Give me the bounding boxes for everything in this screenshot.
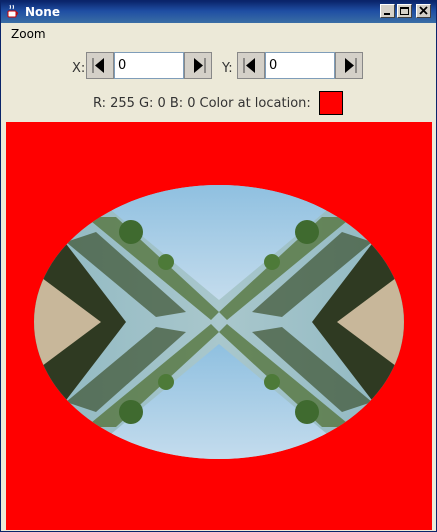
color-at-location-label: Color at location: — [199, 96, 311, 111]
close-icon — [419, 6, 428, 15]
x-coordinate-field[interactable] — [114, 52, 184, 79]
blue-value: B: 0 — [169, 96, 196, 111]
y-coordinate-field[interactable] — [265, 52, 335, 79]
menu-zoom[interactable]: Zoom — [11, 27, 46, 41]
close-button[interactable] — [416, 4, 431, 18]
window-title: None — [25, 5, 60, 19]
maximize-button[interactable] — [397, 4, 412, 18]
java-cup-icon — [7, 4, 18, 18]
title-bar[interactable]: None — [1, 1, 436, 23]
application-window: None Zoom X: Y: R: 255G: 0B: 0C — [0, 0, 437, 532]
red-value: R: 255 — [93, 96, 135, 111]
y-increment-button[interactable] — [335, 52, 363, 79]
maximize-icon — [400, 7, 409, 15]
right-triangle-icon — [194, 58, 206, 73]
mirrored-landscape-image — [6, 122, 432, 530]
x-increment-button[interactable] — [184, 52, 212, 79]
menu-bar: Zoom — [1, 23, 436, 46]
minimize-button[interactable] — [380, 4, 395, 18]
x-label: X: — [72, 61, 86, 76]
right-triangle-icon — [345, 58, 357, 73]
color-swatch — [319, 91, 343, 115]
green-value: G: 0 — [138, 96, 166, 111]
control-panel: X: Y: R: 255G: 0B: 0Color at location: — [1, 45, 436, 119]
x-decrement-button[interactable] — [86, 52, 114, 79]
left-triangle-icon — [243, 58, 255, 73]
color-readout: R: 255 G: 0 B: 0 Color at location: — [93, 96, 315, 111]
y-label: Y: — [222, 61, 233, 76]
minimize-icon — [384, 13, 390, 15]
y-decrement-button[interactable] — [237, 52, 265, 79]
picture-canvas[interactable] — [6, 122, 432, 530]
left-triangle-icon — [92, 58, 104, 73]
